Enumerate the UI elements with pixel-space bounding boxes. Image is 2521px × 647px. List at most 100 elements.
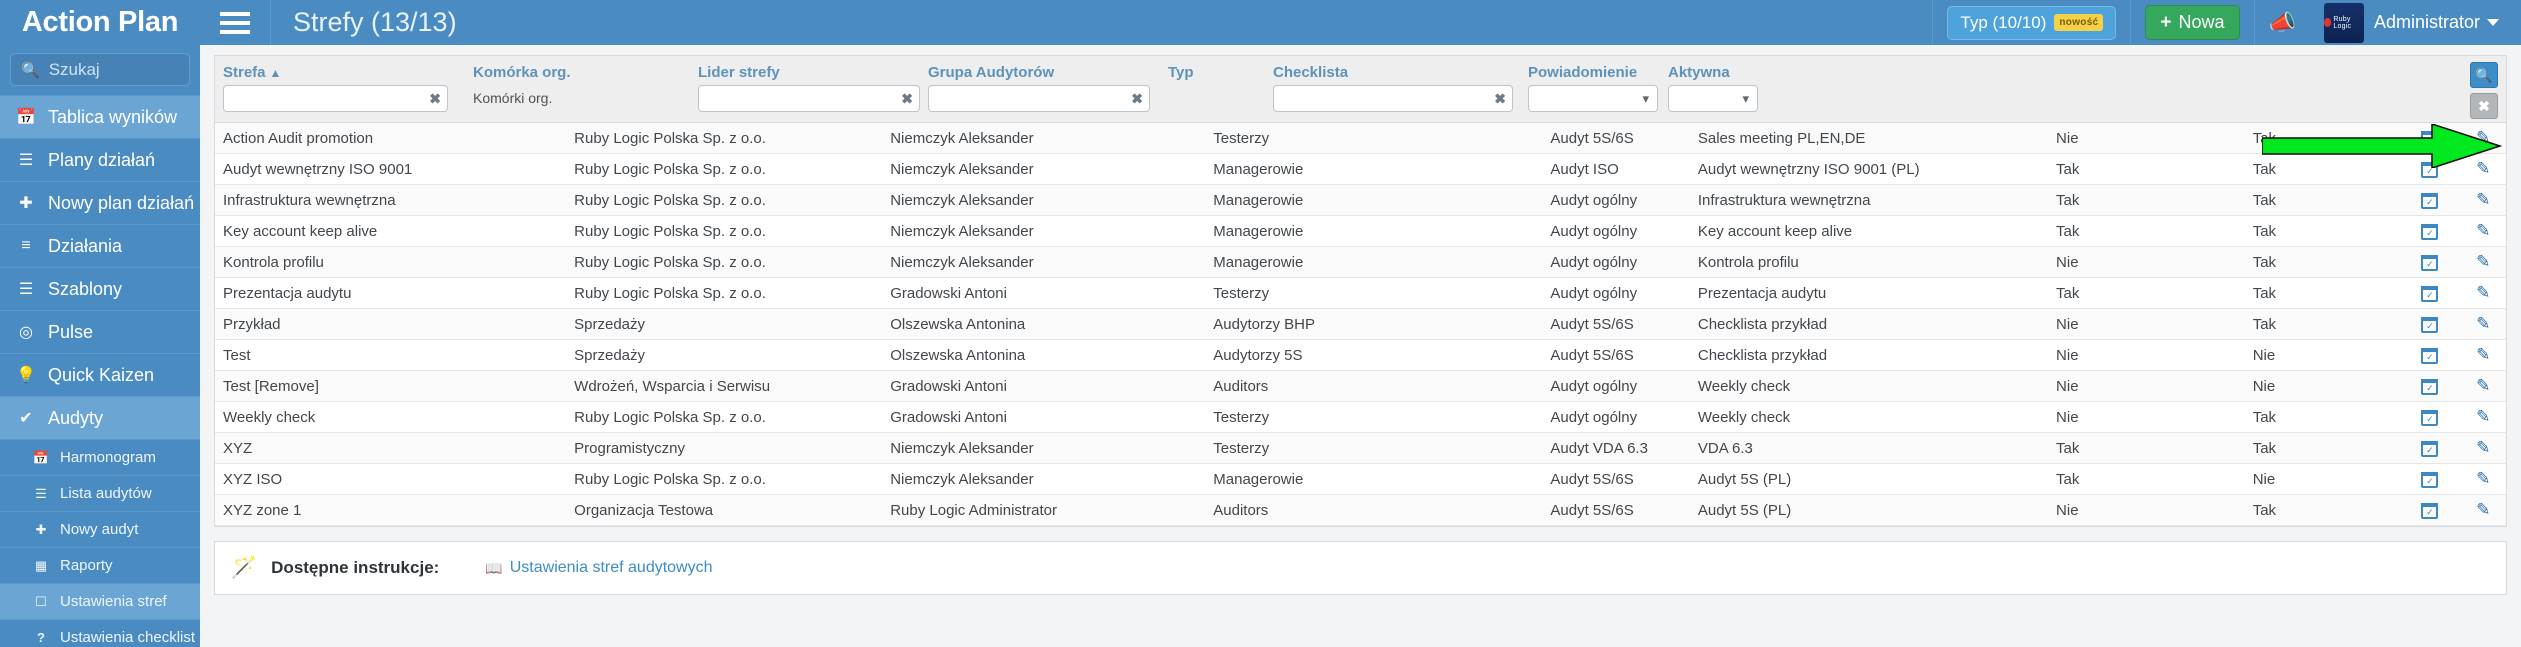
filter-input-strefa[interactable] xyxy=(224,86,447,111)
pencil-icon[interactable]: ✎ xyxy=(2476,252,2490,271)
table-row[interactable]: Test [Remove] Wdrożeń, Wsparcia i Serwisu… xyxy=(215,370,2506,402)
megaphone-icon[interactable]: 📣 xyxy=(2269,10,2296,36)
sidebar-item-tablica-wynikow[interactable]: 📅 Tablica wyników xyxy=(0,95,200,138)
sidebar-item-audyty[interactable]: ✔ Audyty xyxy=(0,396,200,439)
calendar-check-icon[interactable] xyxy=(2421,223,2439,240)
edit-action-cell[interactable]: ✎ xyxy=(2452,277,2506,309)
table-row[interactable]: XYZ zone 1 Organizacja Testowa Ruby Logic … xyxy=(215,494,2506,526)
calendar-check-icon[interactable] xyxy=(2421,440,2439,457)
sidebar-search-box[interactable]: 🔍 xyxy=(10,53,200,86)
table-row[interactable]: Test Sprzedaży Olszewska Antonina Audytorzy… xyxy=(215,339,2506,371)
calendar-check-icon[interactable] xyxy=(2421,471,2439,488)
pencil-icon[interactable]: ✎ xyxy=(2476,221,2490,240)
schedule-action-cell[interactable] xyxy=(2399,432,2453,464)
filter-select-powiadomienie[interactable]: ▾ xyxy=(1528,85,1658,112)
schedule-action-cell[interactable] xyxy=(2399,153,2453,185)
table-row[interactable]: Prezentacja audytu Ruby Logic Polska Sp. … xyxy=(215,277,2506,309)
schedule-action-cell[interactable] xyxy=(2399,246,2453,278)
table-row[interactable]: Action Audit promotion Ruby Logic Polska … xyxy=(215,123,2506,154)
chevron-down-icon[interactable] xyxy=(2487,19,2499,26)
table-row[interactable]: Key account keep alive Ruby Logic Polska … xyxy=(215,215,2506,247)
filter-input-checklista[interactable] xyxy=(1274,86,1512,111)
schedule-action-cell[interactable] xyxy=(2399,277,2453,309)
typ-filter-button[interactable]: Typ (10/10) nowość xyxy=(1947,5,2117,40)
table-row[interactable]: XYZ Programistyczny Niemczyk Aleksander Tes… xyxy=(215,432,2506,464)
filter-static-komorka[interactable]: Komórki org. xyxy=(473,85,690,106)
sidebar-item-raporty[interactable]: ▦ Raporty xyxy=(0,547,200,583)
filter-input-strefa-wrap[interactable]: ✖ xyxy=(223,85,448,112)
clear-icon[interactable]: ✖ xyxy=(429,90,441,107)
edit-action-cell[interactable]: ✎ xyxy=(2452,463,2506,495)
filter-input-grupa[interactable] xyxy=(929,86,1149,111)
calendar-check-icon[interactable] xyxy=(2421,130,2439,147)
sidebar-item-ustawienia-stref[interactable]: ☐ Ustawienia stref xyxy=(0,583,200,619)
pencil-icon[interactable]: ✎ xyxy=(2476,128,2490,147)
table-row[interactable]: Infrastruktura wewnętrzna Ruby Logic Pols… xyxy=(215,184,2506,216)
column-header-checklista[interactable]: Checklista xyxy=(1273,64,1520,81)
column-header-powiadomienie[interactable]: Powiadomienie xyxy=(1528,64,1660,81)
schedule-action-cell[interactable] xyxy=(2399,463,2453,495)
pencil-icon[interactable]: ✎ xyxy=(2476,500,2490,519)
column-header-komorka[interactable]: Komórka org. xyxy=(473,64,690,81)
calendar-check-icon[interactable] xyxy=(2421,254,2439,271)
column-header-grupa[interactable]: Grupa Audytorów xyxy=(928,64,1160,81)
edit-action-cell[interactable]: ✎ xyxy=(2452,123,2506,154)
sidebar-item-pulse[interactable]: ◎ Pulse xyxy=(0,310,200,353)
sidebar-item-nowy-audyt[interactable]: ✚ Nowy audyt xyxy=(0,511,200,547)
edit-action-cell[interactable]: ✎ xyxy=(2452,215,2506,247)
pencil-icon[interactable]: ✎ xyxy=(2476,438,2490,457)
calendar-check-icon[interactable] xyxy=(2421,316,2439,333)
column-header-strefa[interactable]: Strefa ▲ xyxy=(223,64,465,81)
schedule-action-cell[interactable] xyxy=(2399,339,2453,371)
pencil-icon[interactable]: ✎ xyxy=(2476,407,2490,426)
pencil-icon[interactable]: ✎ xyxy=(2476,376,2490,395)
calendar-check-icon[interactable] xyxy=(2421,378,2439,395)
schedule-action-cell[interactable] xyxy=(2399,401,2453,433)
table-row[interactable]: Kontrola profilu Ruby Logic Polska Sp. z … xyxy=(215,246,2506,278)
schedule-action-cell[interactable] xyxy=(2399,184,2453,216)
schedule-action-cell[interactable] xyxy=(2399,494,2453,526)
sidebar-item-plany-dzialan[interactable]: ☰ Plany działań xyxy=(0,138,200,181)
edit-action-cell[interactable]: ✎ xyxy=(2452,339,2506,371)
calendar-check-icon[interactable] xyxy=(2421,502,2439,519)
calendar-check-icon[interactable] xyxy=(2421,161,2439,178)
edit-action-cell[interactable]: ✎ xyxy=(2452,153,2506,185)
table-row[interactable]: Weekly check Ruby Logic Polska Sp. z o.o.… xyxy=(215,401,2506,433)
sidebar-item-dzialania[interactable]: ≡ Działania xyxy=(0,224,200,267)
schedule-action-cell[interactable] xyxy=(2399,123,2453,154)
schedule-action-cell[interactable] xyxy=(2399,370,2453,402)
pencil-icon[interactable]: ✎ xyxy=(2476,314,2490,333)
user-menu-cell[interactable]: Administrator xyxy=(2370,0,2521,45)
search-input[interactable] xyxy=(48,59,200,80)
user-menu-label[interactable]: Administrator xyxy=(2374,12,2480,33)
edit-action-cell[interactable]: ✎ xyxy=(2452,494,2506,526)
edit-action-cell[interactable]: ✎ xyxy=(2452,184,2506,216)
edit-action-cell[interactable]: ✎ xyxy=(2452,370,2506,402)
pencil-icon[interactable]: ✎ xyxy=(2476,345,2490,364)
clear-filters-button[interactable]: ✖ xyxy=(2470,93,2498,119)
sidebar-item-szablony[interactable]: ☰ Szablony xyxy=(0,267,200,310)
schedule-action-cell[interactable] xyxy=(2399,308,2453,340)
pencil-icon[interactable]: ✎ xyxy=(2476,159,2490,178)
search-button[interactable]: 🔍 xyxy=(2470,62,2498,88)
column-header-typ[interactable]: Typ xyxy=(1168,64,1265,81)
schedule-action-cell[interactable] xyxy=(2399,215,2453,247)
pencil-icon[interactable]: ✎ xyxy=(2476,283,2490,302)
clear-icon[interactable]: ✖ xyxy=(901,90,913,107)
hamburger-icon[interactable] xyxy=(200,0,270,45)
clear-icon[interactable]: ✖ xyxy=(1494,90,1506,107)
table-row[interactable]: XYZ ISO Ruby Logic Polska Sp. z o.o. Niemc… xyxy=(215,463,2506,495)
sidebar-item-lista-audytow[interactable]: ☰ Lista audytów xyxy=(0,475,200,511)
filter-input-checklista-wrap[interactable]: ✖ xyxy=(1273,85,1513,112)
calendar-check-icon[interactable] xyxy=(2421,285,2439,302)
table-row[interactable]: Przykład Sprzedaży Olszewska Antonina Audyt… xyxy=(215,308,2506,340)
sidebar-item-ustawienia-checklist[interactable]: ? Ustawienia checklist xyxy=(0,619,200,647)
filter-input-lider-wrap[interactable]: ✖ xyxy=(698,85,920,112)
pencil-icon[interactable]: ✎ xyxy=(2476,469,2490,488)
filter-input-lider[interactable] xyxy=(699,86,919,111)
clear-icon[interactable]: ✖ xyxy=(1131,90,1143,107)
calendar-check-icon[interactable] xyxy=(2421,409,2439,426)
new-zone-button[interactable]: + Nowa xyxy=(2145,5,2240,40)
calendar-check-icon[interactable] xyxy=(2421,347,2439,364)
edit-action-cell[interactable]: ✎ xyxy=(2452,432,2506,464)
